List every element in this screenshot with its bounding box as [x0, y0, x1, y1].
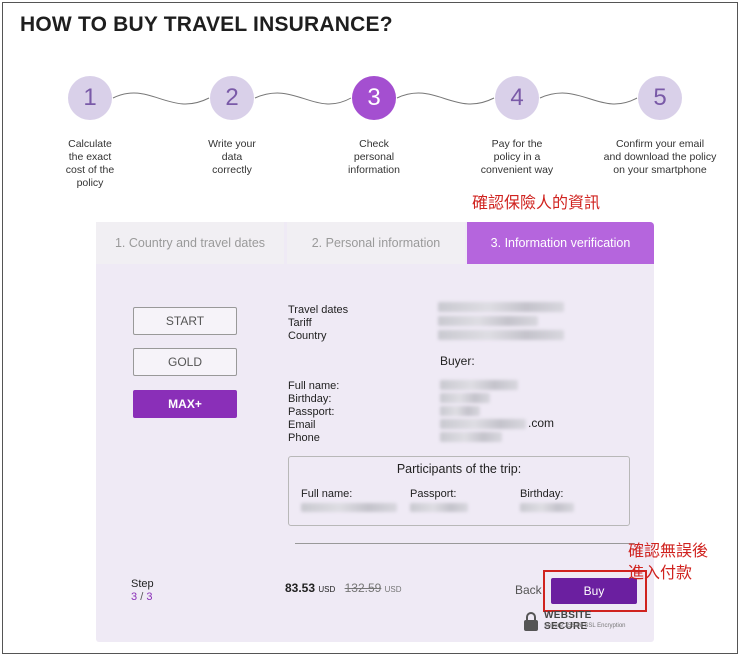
- step-5-text: Confirm your email and download the polic…: [603, 138, 717, 176]
- verify-annotation: 確認保險人的資訊: [472, 195, 601, 212]
- current-price-currency: USD: [318, 585, 336, 594]
- trip-info-labels: Travel dates Tariff Country: [288, 304, 348, 343]
- tariff-value-blurred: [438, 316, 538, 326]
- country-label: Country: [288, 330, 327, 342]
- participants-heading: Participants of the trip:: [396, 462, 522, 476]
- buyer-heading: Buyer:: [440, 354, 475, 368]
- buyer-passport-label: Passport:: [288, 406, 335, 418]
- buyer-passport-blurred: [440, 406, 480, 416]
- buyer-labels: Full name: Birthday: Passport: Email Pho…: [288, 380, 339, 445]
- buyer-full-name-label: Full name:: [288, 380, 340, 392]
- step-circle-2: 2: [210, 76, 254, 120]
- step-label: Step: [131, 578, 154, 590]
- secure-subtitle: Secure 256 bit SSL Encryption: [544, 623, 626, 629]
- buyer-birthday-label: Birthday:: [288, 393, 332, 405]
- tab-information-verification[interactable]: 3. Information verification: [467, 222, 654, 264]
- step-4-text: Pay for the policy in a convenient way: [480, 138, 554, 176]
- tariff-label: Tariff: [288, 317, 312, 329]
- buyer-email-label: Email: [288, 419, 316, 431]
- old-price-currency: USD: [384, 585, 402, 594]
- plan-gold-button[interactable]: GOLD: [133, 348, 237, 376]
- step-1-text: Calculate the exact cost of the policy: [65, 138, 115, 189]
- form-tabs: 1. Country and travel dates 2. Personal …: [96, 222, 654, 264]
- plan-start-button[interactable]: START: [133, 307, 237, 335]
- price: 83.53 USD 132.59 USD: [285, 582, 402, 596]
- back-link[interactable]: Back: [515, 584, 542, 597]
- lock-icon: [524, 612, 538, 631]
- step-2-text: Write your data correctly: [208, 138, 256, 176]
- participant-full-name-label: Full name:: [301, 488, 353, 500]
- buyer-birthday-blurred: [440, 393, 490, 403]
- tab-country-travel-dates[interactable]: 1. Country and travel dates: [96, 222, 284, 264]
- buyer-phone-blurred: [440, 432, 502, 442]
- step-circle-1: 1: [68, 76, 112, 120]
- travel-dates-value-blurred: [438, 302, 564, 312]
- current-price: 83.53: [285, 581, 316, 595]
- website-secure-badge: WEBSITE SECURE Secure 256 bit SSL Encryp…: [522, 608, 632, 634]
- participant-birthday-blurred: [520, 503, 574, 512]
- step-circle-5: 5: [638, 76, 682, 120]
- old-price: 132.59: [344, 581, 382, 595]
- participant-name-blurred: [301, 503, 397, 512]
- buyer-email-domain: .com: [528, 416, 555, 430]
- summary-divider: [295, 543, 635, 544]
- plan-max-button[interactable]: MAX+: [133, 390, 237, 418]
- buyer-name-blurred: [440, 380, 518, 390]
- country-value-blurred: [438, 330, 564, 340]
- confirm-annotation: 確認無誤後 進入付款: [628, 543, 709, 582]
- buyer-phone-label: Phone: [288, 432, 320, 444]
- tab-personal-information[interactable]: 2. Personal information: [287, 222, 465, 264]
- participant-passport-blurred: [410, 503, 468, 512]
- travel-dates-label: Travel dates: [288, 304, 349, 316]
- participant-birthday-label: Birthday:: [520, 488, 564, 500]
- buyer-email-blurred: [440, 419, 526, 429]
- step-3-text: Check personal information: [348, 138, 400, 176]
- step-progress: 3 / 3: [131, 591, 153, 603]
- step-circle-3: 3: [352, 76, 396, 120]
- step-circle-4: 4: [495, 76, 539, 120]
- step-indicator: Step 3 / 3: [131, 578, 154, 604]
- participant-passport-label: Passport:: [410, 488, 457, 500]
